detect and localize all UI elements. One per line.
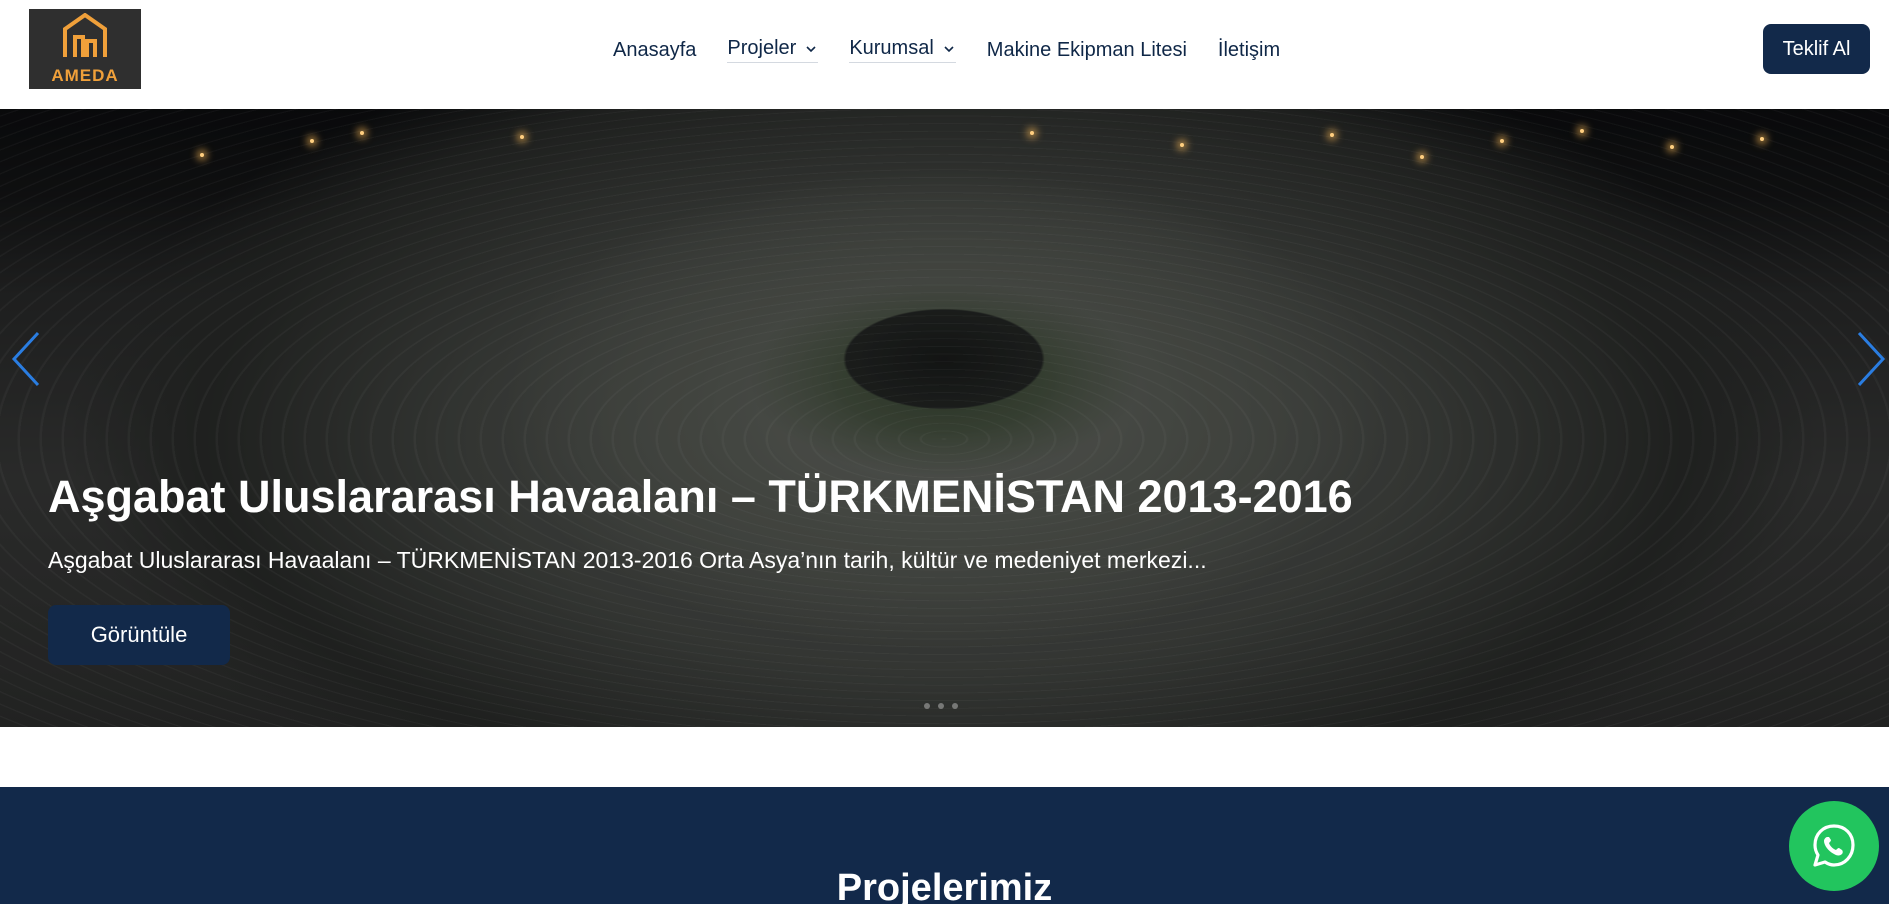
ameda-logo[interactable]: AMEDA	[29, 9, 141, 89]
slider-next-button[interactable]	[1849, 329, 1889, 389]
chevron-down-icon	[944, 45, 954, 52]
slider-dot[interactable]	[938, 703, 944, 709]
chevron-down-icon	[806, 45, 816, 52]
nav-contact-label: İletişim	[1217, 38, 1281, 61]
slider-dot[interactable]	[924, 703, 930, 709]
nav-corporate-label: Kurumsal	[849, 37, 934, 59]
slider-pagination	[924, 703, 958, 709]
nav-corporate[interactable]: Kurumsal	[849, 37, 956, 63]
nav-projects[interactable]: Projeler	[727, 37, 819, 63]
whatsapp-icon	[1813, 824, 1855, 867]
view-project-button[interactable]: Görüntüle	[48, 605, 230, 665]
slider-dot[interactable]	[952, 703, 958, 709]
hero-slider: Aşgabat Uluslararası Havaalanı – TÜRKMEN…	[0, 109, 1889, 727]
nav-projects-label: Projeler	[727, 37, 797, 59]
slide-title: Aşgabat Uluslararası Havaalanı – TÜRKMEN…	[48, 471, 1353, 522]
chevron-left-icon	[11, 331, 40, 387]
nav-home-label: Anasayfa	[613, 38, 697, 61]
nav-home[interactable]: Anasayfa	[613, 39, 696, 62]
logo-text: AMEDA	[51, 66, 119, 85]
whatsapp-button[interactable]	[1789, 801, 1879, 891]
building-logo-icon	[63, 13, 107, 57]
slide-description: Aşgabat Uluslararası Havaalanı – TÜRKMEN…	[48, 547, 1207, 573]
nav-equipment-list[interactable]: Makine Ekipman Litesi	[987, 39, 1187, 62]
site-header: AMEDA Anasayfa Projeler Kurumsal Makine …	[0, 0, 1889, 109]
nav-contact[interactable]: İletişim	[1218, 39, 1280, 62]
chevron-right-icon	[1857, 331, 1886, 387]
get-quote-button[interactable]: Teklif Al	[1763, 24, 1870, 74]
slider-prev-button[interactable]	[8, 329, 48, 389]
nav-equipment-list-label: Makine Ekipman Litesi	[986, 38, 1187, 61]
main-nav: Anasayfa Projeler Kurumsal Makine Ekipma…	[613, 35, 1311, 65]
projects-heading: Projelerimiz	[836, 867, 1053, 904]
hero-background-image	[0, 109, 1889, 229]
projects-section: Projelerimiz	[0, 787, 1889, 904]
